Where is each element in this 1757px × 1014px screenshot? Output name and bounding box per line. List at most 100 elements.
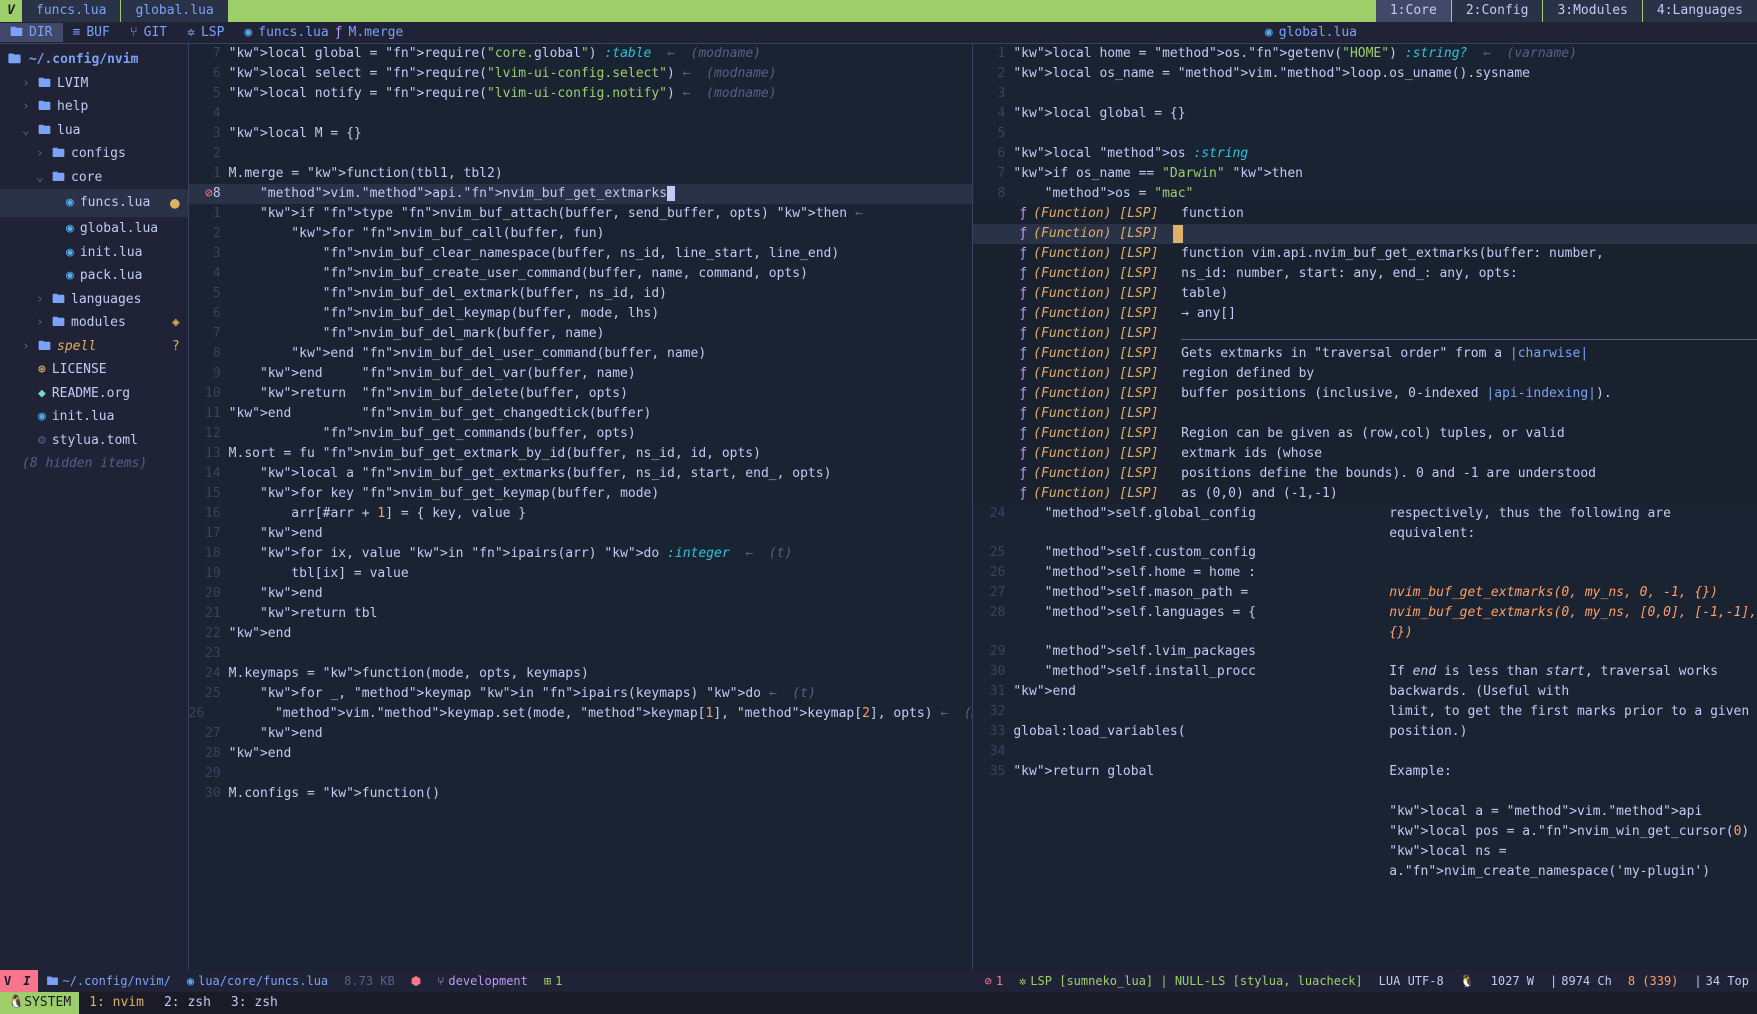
code-line[interactable]: 26 "method">self.home = home : [973,563,1757,583]
tree-item-lua[interactable]: ⌄🖿lua [0,119,188,143]
code-line[interactable]: 35"kw">return globalExample: [973,762,1757,782]
code-line[interactable]: 3"kw">local M = {} [189,124,973,144]
code-line[interactable]: 25 "method">self.custom_config [973,543,1757,563]
completion-item[interactable]: ƒ(Function) [LSP] ns_id: number, start: … [973,264,1757,284]
tab-global[interactable]: global.lua [121,0,227,22]
tree-item-README-org[interactable]: ◆README.org [0,382,188,406]
code-line[interactable]: 18 "kw">for ix, value "kw">in "fn">ipair… [189,544,973,564]
tree-item-core[interactable]: ⌄🖿core [0,166,188,190]
hidden-items[interactable]: (8 hidden items) [0,452,188,476]
workspace-core[interactable]: 1: Core [1376,0,1451,22]
tree-item-funcs-lua[interactable]: ◉funcs.lua● [0,189,188,217]
completion-item[interactable]: ƒ(Function) [LSP]extmark ids (whose [973,444,1757,464]
code-line[interactable]: 5 "fn">nvim_buf_del_extmark(buffer, ns_i… [189,284,973,304]
code-line[interactable]: 25 "kw">for _, "method">keymap "kw">in "… [189,684,973,704]
code-line[interactable]: 24M.keymaps = "kw">function(mode, opts, … [189,664,973,684]
code-line[interactable]: 3 [973,84,1757,104]
code-line[interactable]: 6"kw">local select = "fn">require("lvim-… [189,64,973,84]
file-tree[interactable]: 🖿 ~/.config/nvim ›🖿LVIM›🖿help⌄🖿lua›🖿conf… [0,44,189,970]
code-line[interactable]: 3 "fn">nvim_buf_clear_namespace(buffer, … [189,244,973,264]
workspace-languages[interactable]: 4: Languages [1643,0,1757,22]
editor-left[interactable]: 7"kw">local global = "fn">require("core.… [189,44,974,970]
code-line[interactable]: 27 "kw">end [189,724,973,744]
code-line[interactable]: 14 "kw">local a "fn">nvim_buf_get_extmar… [189,464,973,484]
code-line[interactable]: 7 "fn">nvim_buf_del_mark(buffer, name) [189,324,973,344]
code-line[interactable]: 30 "method">self.install_proccIf end is … [973,662,1757,682]
tree-item-init-lua[interactable]: ◉init.lua [0,405,188,429]
code-line[interactable]: 11"kw">end "fn">nvim_buf_get_changedtick… [189,404,973,424]
code-line[interactable]: 6 "fn">nvim_buf_del_keymap(buffer, mode,… [189,304,973,324]
code-line[interactable]: 27 "method">self.mason_path =nvim_buf_ge… [973,583,1757,603]
tree-item-languages[interactable]: ›🖿languages [0,288,188,312]
completion-item[interactable]: ƒ(Function) [LSP] [973,404,1757,424]
systab-zsh-1[interactable]: 2: zsh [154,993,221,1013]
completion-item[interactable]: ƒ(Function) [LSP]Region can be given as … [973,424,1757,444]
code-line[interactable]: 30M.configs = "kw">function() [189,784,973,804]
code-line[interactable]: 4 [189,104,973,124]
systab-nvim[interactable]: 1: nvim [79,993,154,1013]
tree-root[interactable]: 🖿 ~/.config/nvim [0,48,188,72]
completion-item[interactable]: ƒ(Function) [LSP] [973,224,1757,244]
tab-funcs[interactable]: funcs.lua [22,0,120,22]
mode-buf[interactable]: ≡BUF [63,23,120,43]
tree-item-pack-lua[interactable]: ◉pack.lua [0,264,188,288]
code-line[interactable]: 1 "kw">if "fn">type "fn">nvim_buf_attach… [189,204,973,224]
code-line[interactable]: 31"kw">endbackwards. (Useful with [973,682,1757,702]
completion-item[interactable]: ƒ(Function) [LSP]function vim.api.nvim_b… [973,244,1757,264]
code-line[interactable]: 5 [973,124,1757,144]
tree-item-spell[interactable]: ›🖿spell? [0,335,188,359]
tree-item-configs[interactable]: ›🖿configs [0,142,188,166]
tree-item-help[interactable]: ›🖿help [0,95,188,119]
code-line[interactable]: 4"kw">local global = {} [973,104,1757,124]
code-line[interactable]: 2 [189,144,973,164]
completion-item[interactable]: ƒ(Function) [LSP]buffer positions (inclu… [973,384,1757,404]
code-line[interactable]: 28"kw">end [189,744,973,764]
code-line[interactable]: 20 "kw">end [189,584,973,604]
systab-zsh-2[interactable]: 3: zsh [221,993,288,1013]
completion-item[interactable]: ƒ(Function) [LSP] table) [973,284,1757,304]
code-line[interactable]: 16 arr[#arr + 1] = { key, value } [189,504,973,524]
code-line[interactable]: 22"kw">end [189,624,973,644]
code-line[interactable]: 2"kw">local os_name = "method">vim."meth… [973,64,1757,84]
code-line[interactable]: 23 [189,644,973,664]
tree-item-LVIM[interactable]: ›🖿LVIM [0,72,188,96]
code-line[interactable]: 4 "fn">nvim_buf_create_user_command(buff… [189,264,973,284]
completion-item[interactable]: ƒ(Function) [LSP]Gets extmarks in "trave… [973,344,1757,364]
code-line[interactable]: 8 "kw">end "fn">nvim_buf_del_user_comman… [189,344,973,364]
code-line[interactable]: 8 "method">os = "mac" [973,184,1757,204]
code-line[interactable]: ⊘8 "method">vim."method">api."fn">nvim_b… [189,184,973,204]
code-line[interactable]: 2 "kw">for "fn">nvim_buf_call(buffer, fu… [189,224,973,244]
code-line[interactable]: 10 "kw">return "fn">nvim_buf_delete(buff… [189,384,973,404]
code-line[interactable]: 13M.sort = fu "fn">nvim_buf_get_extmark_… [189,444,973,464]
tree-item-modules[interactable]: ›🖿modules◈ [0,311,188,335]
tree-item-init-lua[interactable]: ◉init.lua [0,241,188,265]
code-line[interactable]: 29 "method">self.lvim_packages [973,642,1757,662]
code-line[interactable]: 9 "kw">end "fn">nvim_buf_del_var(buffer,… [189,364,973,384]
completion-item[interactable]: ƒ(Function) [LSP]region defined by [973,364,1757,384]
code-line[interactable]: 5"kw">local notify = "fn">require("lvim-… [189,84,973,104]
completion-item[interactable]: ƒ(Function) [LSP]function [973,204,1757,224]
code-line[interactable]: 15 "kw">for key "fn">nvim_buf_get_keymap… [189,484,973,504]
mode-dir[interactable]: 🖿DIR [0,23,63,43]
code-line[interactable]: 29 [189,764,973,784]
code-line[interactable]: 1M.merge = "kw">function(tbl1, tbl2) [189,164,973,184]
code-line[interactable]: 12 "fn">nvim_buf_get_commands(buffer, op… [189,424,973,444]
code-line[interactable]: 1"kw">local home = "method">os."fn">gete… [973,44,1757,64]
workspace-config[interactable]: 2: Config [1452,0,1543,22]
completion-item[interactable]: ƒ(Function) [LSP] [973,324,1757,344]
code-line[interactable]: 17 "kw">end [189,524,973,544]
code-line[interactable]: 7"kw">local global = "fn">require("core.… [189,44,973,64]
code-line[interactable]: 32limit, to get the first marks prior to… [973,702,1757,722]
code-line[interactable]: 7"kw">if os_name == "Darwin" "kw">then [973,164,1757,184]
code-line[interactable]: 19 tbl[ix] = value [189,564,973,584]
mode-lsp[interactable]: ✲LSP [177,23,234,43]
code-line[interactable]: 26 "method">vim."method">keymap.set(mode… [189,704,973,724]
code-line[interactable]: 34 [973,742,1757,762]
mode-git[interactable]: ⑂GIT [120,23,177,43]
tree-item-LICENSE[interactable]: ⊛LICENSE [0,358,188,382]
completion-item[interactable]: ƒ(Function) [LSP]as (0,0) and (-1,-1) [973,484,1757,504]
editor-right[interactable]: 1"kw">local home = "method">os."fn">gete… [973,44,1757,970]
completion-item[interactable]: ƒ(Function) [LSP] → any[] [973,304,1757,324]
tree-item-global-lua[interactable]: ◉global.lua [0,217,188,241]
completion-item[interactable]: ƒ(Function) [LSP]positions define the bo… [973,464,1757,484]
